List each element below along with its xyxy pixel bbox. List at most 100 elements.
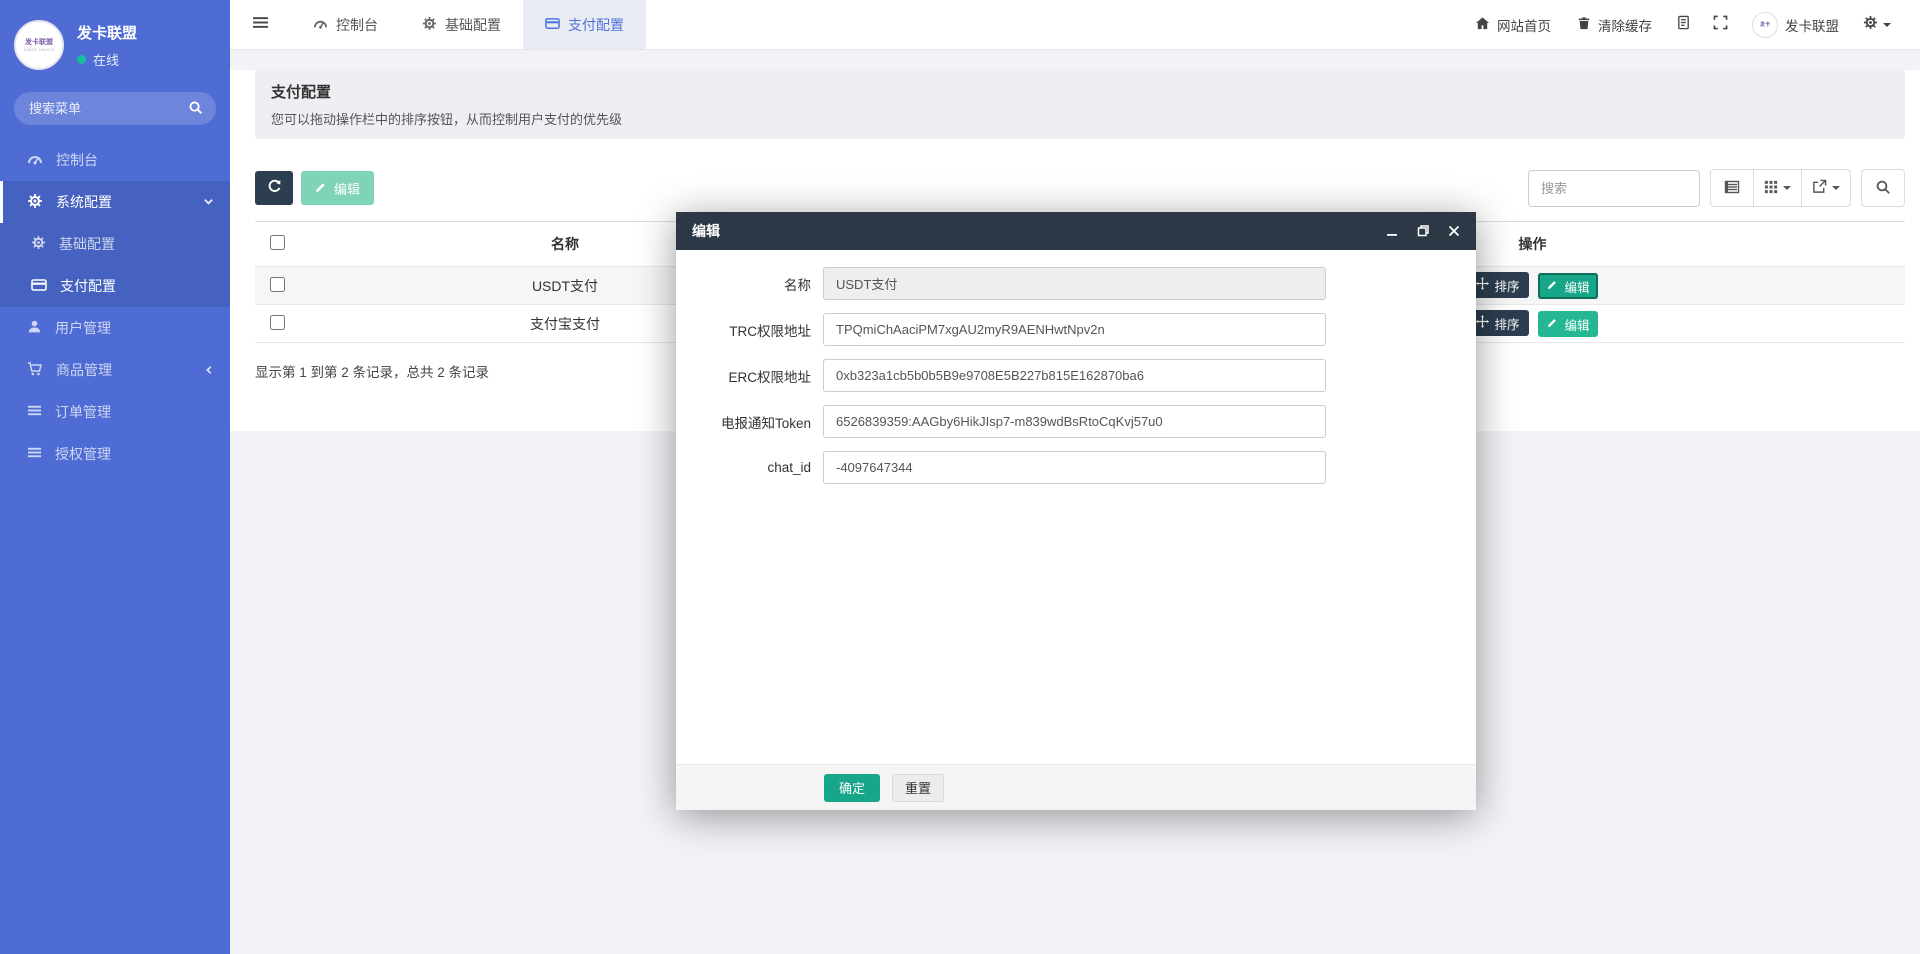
confirm-button[interactable]: 确定 bbox=[824, 773, 881, 802]
sidebar-item-payment-config[interactable]: 支付配置 bbox=[0, 265, 230, 307]
grid-icon bbox=[1764, 180, 1778, 197]
caret-down-icon bbox=[1832, 186, 1840, 190]
online-status-dot bbox=[77, 54, 86, 64]
sidebar-item-user-management[interactable]: 用户管理 bbox=[0, 307, 230, 349]
trash-icon bbox=[1577, 16, 1591, 33]
sidebar-item-order-management[interactable]: 订单管理 bbox=[0, 391, 230, 433]
docs-button[interactable] bbox=[1665, 0, 1702, 50]
sidebar-header: 发卡联盟 CARD UNION 发卡联盟 在线 bbox=[0, 0, 230, 86]
home-icon bbox=[1475, 16, 1490, 34]
site-home-link[interactable]: 网站首页 bbox=[1462, 0, 1564, 50]
sidebar-toggle-button[interactable] bbox=[230, 0, 291, 49]
pencil-icon bbox=[1547, 279, 1558, 293]
row-checkbox[interactable] bbox=[270, 314, 285, 330]
field-label-trc-address: TRC权限地址 bbox=[729, 323, 811, 339]
chevron-left-icon bbox=[204, 362, 214, 378]
document-icon bbox=[1676, 15, 1691, 35]
sidebar-item-product-management[interactable]: 商品管理 bbox=[0, 349, 230, 391]
tab-dashboard[interactable]: 控制台 bbox=[291, 0, 400, 49]
dialog-header[interactable]: 编辑 bbox=[676, 212, 1476, 250]
chevron-down-icon bbox=[203, 194, 214, 210]
sidebar-search-input[interactable] bbox=[14, 92, 216, 125]
row-edit-button[interactable]: 编辑 bbox=[1538, 311, 1599, 337]
columns-button[interactable] bbox=[1754, 169, 1802, 207]
avatar: 发卡 bbox=[1752, 11, 1778, 38]
toggle-search-button[interactable] bbox=[1861, 169, 1905, 207]
export-button[interactable] bbox=[1802, 169, 1851, 207]
telegram-token-field[interactable] bbox=[823, 405, 1326, 438]
field-label-chat-id: chat_id bbox=[767, 460, 811, 475]
pencil-icon bbox=[1547, 317, 1558, 331]
clear-cache-button[interactable]: 清除缓存 bbox=[1564, 0, 1665, 50]
sidebar-item-basic-config[interactable]: 基础配置 bbox=[0, 223, 230, 265]
brand-logo: 发卡联盟 CARD UNION bbox=[14, 20, 64, 70]
list-icon bbox=[27, 445, 42, 463]
list-icon bbox=[27, 403, 42, 421]
gear-icon bbox=[31, 235, 46, 253]
page-description: 您可以拖动操作栏中的排序按钮，从而控制用户支付的优先级 bbox=[271, 112, 623, 127]
caret-down-icon bbox=[1783, 186, 1791, 190]
refresh-icon bbox=[267, 179, 282, 197]
sidebar-item-auth-management[interactable]: 授权管理 bbox=[0, 433, 230, 475]
settings-menu-button[interactable] bbox=[1852, 0, 1902, 50]
search-icon bbox=[188, 100, 203, 120]
detail-view-icon bbox=[1724, 179, 1740, 198]
top-navbar: 控制台 基础配置 支付配置 网站首页 清除缓存 发卡 发卡联盟 bbox=[230, 0, 1920, 50]
hamburger-icon bbox=[252, 14, 269, 36]
gauge-icon bbox=[27, 151, 43, 170]
pencil-icon bbox=[315, 181, 327, 196]
tab-payment-config[interactable]: 支付配置 bbox=[523, 0, 646, 49]
table-toolbar: 编辑 bbox=[255, 169, 1905, 207]
table-search-input[interactable] bbox=[1528, 169, 1700, 207]
fullscreen-button[interactable] bbox=[1702, 0, 1739, 50]
field-label-name: 名称 bbox=[784, 277, 811, 293]
edit-button[interactable]: 编辑 bbox=[301, 171, 375, 205]
move-icon bbox=[1475, 277, 1489, 293]
sidebar-item-dashboard[interactable]: 控制台 bbox=[0, 139, 230, 181]
page-header: 支付配置 您可以拖动操作栏中的排序按钮，从而控制用户支付的优先级 bbox=[255, 70, 1905, 139]
username: 发卡联盟 bbox=[1785, 18, 1839, 34]
chat-id-field[interactable] bbox=[823, 451, 1326, 484]
user-icon bbox=[27, 319, 42, 337]
credit-card-icon bbox=[31, 277, 47, 296]
dialog-footer: 确定 重置 bbox=[676, 764, 1476, 810]
gear-icon bbox=[1863, 15, 1878, 35]
credit-card-icon bbox=[545, 16, 560, 34]
gauge-icon bbox=[313, 16, 328, 34]
name-field[interactable] bbox=[823, 267, 1326, 300]
export-icon bbox=[1812, 179, 1827, 197]
maximize-icon[interactable] bbox=[1417, 225, 1429, 237]
field-label-telegram-token: 电报通知Token bbox=[720, 415, 811, 431]
trc-address-field[interactable] bbox=[823, 313, 1326, 346]
user-menu[interactable]: 发卡 发卡联盟 bbox=[1739, 0, 1852, 50]
tab-basic-config[interactable]: 基础配置 bbox=[400, 0, 523, 49]
select-all-checkbox[interactable] bbox=[270, 235, 285, 250]
expand-icon bbox=[1713, 15, 1728, 35]
caret-down-icon bbox=[1883, 22, 1891, 27]
edit-dialog: 编辑 名称 TRC权限地址 ERC权限地址 电报通知Token bbox=[676, 212, 1476, 810]
row-checkbox[interactable] bbox=[270, 276, 285, 292]
detail-view-button[interactable] bbox=[1710, 169, 1754, 207]
gear-icon bbox=[422, 16, 437, 34]
close-icon[interactable] bbox=[1448, 225, 1460, 237]
open-tabs: 控制台 基础配置 支付配置 bbox=[291, 0, 646, 49]
sidebar: 发卡联盟 CARD UNION 发卡联盟 在线 控制台 系统配置 bbox=[0, 0, 230, 954]
cart-icon bbox=[27, 361, 43, 380]
page-title: 支付配置 bbox=[271, 84, 332, 101]
view-buttons bbox=[1710, 169, 1851, 207]
dialog-title: 编辑 bbox=[692, 223, 720, 239]
brand-logo-text: 发卡联盟 bbox=[25, 38, 53, 46]
sidebar-item-system-config[interactable]: 系统配置 bbox=[0, 181, 230, 223]
field-label-erc-address: ERC权限地址 bbox=[728, 369, 811, 385]
row-edit-button[interactable]: 编辑 bbox=[1538, 273, 1599, 299]
navbar-right: 网站首页 清除缓存 发卡 发卡联盟 bbox=[1462, 0, 1920, 50]
move-icon bbox=[1475, 315, 1489, 331]
table-controls bbox=[1528, 169, 1905, 207]
erc-address-field[interactable] bbox=[823, 359, 1326, 392]
search-icon bbox=[1875, 179, 1891, 198]
online-status-label: 在线 bbox=[93, 52, 120, 68]
refresh-button[interactable] bbox=[255, 171, 293, 205]
minimize-icon[interactable] bbox=[1386, 225, 1398, 237]
reset-button[interactable]: 重置 bbox=[892, 773, 945, 802]
dialog-body: 名称 TRC权限地址 ERC权限地址 电报通知Token chat_id bbox=[676, 250, 1476, 484]
